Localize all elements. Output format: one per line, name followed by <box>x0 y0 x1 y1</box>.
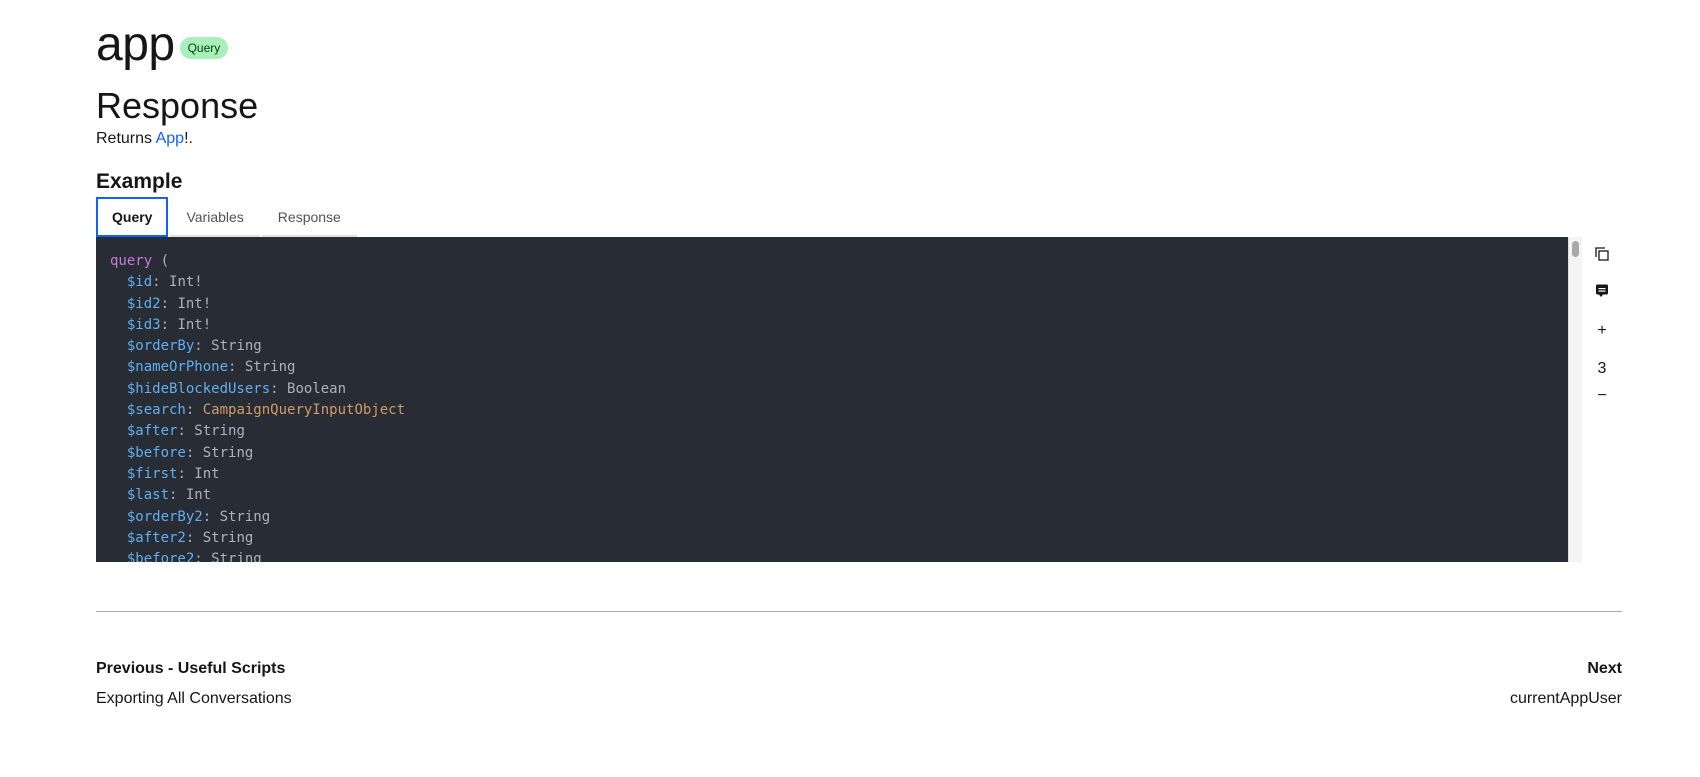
code-type: String <box>211 551 262 562</box>
code-line: $first: Int <box>127 466 220 482</box>
returns-suffix: !. <box>184 130 193 147</box>
zoom-out-button[interactable]: − <box>1590 384 1614 408</box>
code-variable: $nameOrPhone <box>126 359 229 376</box>
code-line: $id3: Int! <box>127 317 211 333</box>
code-variable: $id3 <box>126 316 161 333</box>
code-variable: $first <box>126 465 178 482</box>
code-separator: : <box>152 274 170 291</box>
code-type: Int! <box>177 316 212 333</box>
tab-response[interactable]: Response <box>261 197 357 237</box>
divider <box>96 611 1622 612</box>
code-variable: $orderBy <box>126 338 195 355</box>
example-tabs: Query Variables Response <box>96 197 357 237</box>
code-variable: $after2 <box>126 529 186 546</box>
code-separator: : <box>160 295 178 312</box>
code-line-header: query ( <box>110 253 169 269</box>
copy-icon-glyph <box>1595 247 1609 261</box>
code-separator: : <box>194 551 212 562</box>
code-separator: : <box>194 338 212 355</box>
code-type: String <box>202 529 254 546</box>
code-separator: : <box>202 508 220 525</box>
example-heading: Example <box>96 170 183 193</box>
code-line: $before: String <box>127 445 253 461</box>
code-variable: $id <box>126 274 153 291</box>
code-separator: : <box>185 402 203 419</box>
code-line: $search: CampaignQueryInputObject <box>127 402 405 418</box>
previous-link[interactable]: Exporting All Conversations <box>96 688 292 710</box>
code-separator: : <box>177 465 195 482</box>
comment-icon-glyph <box>1596 284 1608 297</box>
tab-query[interactable]: Query <box>96 197 169 237</box>
code-type: Int <box>185 487 212 504</box>
code-line: $nameOrPhone: String <box>127 359 296 375</box>
code-variable: $last <box>126 487 170 504</box>
code-type: CampaignQueryInputObject <box>202 402 406 419</box>
code-separator: : <box>177 423 195 440</box>
code-keyword: query <box>110 253 153 269</box>
response-heading: Response <box>96 85 259 126</box>
code-line: $after2: String <box>127 530 253 546</box>
code-variable: $hideBlockedUsers <box>126 380 271 397</box>
code-separator: : <box>185 529 203 546</box>
code-open-paren: ( <box>160 253 170 269</box>
next-page-nav[interactable]: Next currentAppUser <box>1510 658 1622 710</box>
code-type: String <box>219 508 271 525</box>
code-separator: : <box>160 316 178 333</box>
code-line: $id: Int! <box>127 274 203 290</box>
comment-icon[interactable] <box>1590 279 1614 303</box>
previous-label: Previous - Useful Scripts <box>96 660 286 677</box>
previous-page-nav[interactable]: Previous - Useful Scripts Exporting All … <box>96 658 292 710</box>
code-line: $hideBlockedUsers: Boolean <box>127 381 346 397</box>
code-variable: $after <box>126 423 178 440</box>
query-badge: Query <box>179 37 229 59</box>
code-separator: : <box>185 444 203 461</box>
code-variable: $before2 <box>126 551 195 562</box>
zoom-level: 3 <box>1597 360 1607 377</box>
code-type: String <box>194 423 245 440</box>
code-type: String <box>244 359 296 376</box>
tab-variables[interactable]: Variables <box>170 197 260 237</box>
code-type: Int <box>194 465 220 482</box>
returns-text: Returns App!. <box>96 128 193 150</box>
code-line: $before2: String <box>127 551 262 562</box>
code-scrollbar-thumb[interactable] <box>1572 241 1579 257</box>
code-line: $orderBy2: String <box>127 509 270 525</box>
code-variable: $search <box>126 402 186 419</box>
page-title: app <box>96 18 175 71</box>
code-type: String <box>202 444 254 461</box>
next-label: Next <box>1587 660 1622 677</box>
code-variable: $id2 <box>126 295 161 312</box>
code-line: $last: Int <box>127 487 211 503</box>
returns-prefix: Returns <box>96 130 156 147</box>
code-type: String <box>211 338 262 355</box>
return-type-link[interactable]: App <box>156 130 184 147</box>
zoom-in-button[interactable]: + <box>1590 319 1614 343</box>
next-link[interactable]: currentAppUser <box>1510 688 1622 710</box>
code-line: $id2: Int! <box>127 296 211 312</box>
code-variable: $before <box>126 444 186 461</box>
code-block[interactable]: query ( $id: Int! $id2: Int! $id3: Int! … <box>96 237 1581 562</box>
title-row: app Query <box>96 14 229 76</box>
docs-page: app Query Response Returns App!. Example… <box>0 0 1700 777</box>
code-separator: : <box>169 487 186 504</box>
code-separator: : <box>228 359 245 376</box>
code-variable: $orderBy2 <box>126 508 203 525</box>
code-content: query ( $id: Int! $id2: Int! $id3: Int! … <box>110 251 405 562</box>
code-type: Boolean <box>287 380 347 397</box>
code-line: $orderBy: String <box>127 338 262 354</box>
code-scrollbar[interactable] <box>1568 237 1582 562</box>
code-type: Int! <box>169 274 203 291</box>
code-separator: : <box>270 380 288 397</box>
code-line: $after: String <box>127 423 245 439</box>
copy-icon[interactable] <box>1590 242 1614 266</box>
code-type: Int! <box>177 295 212 312</box>
